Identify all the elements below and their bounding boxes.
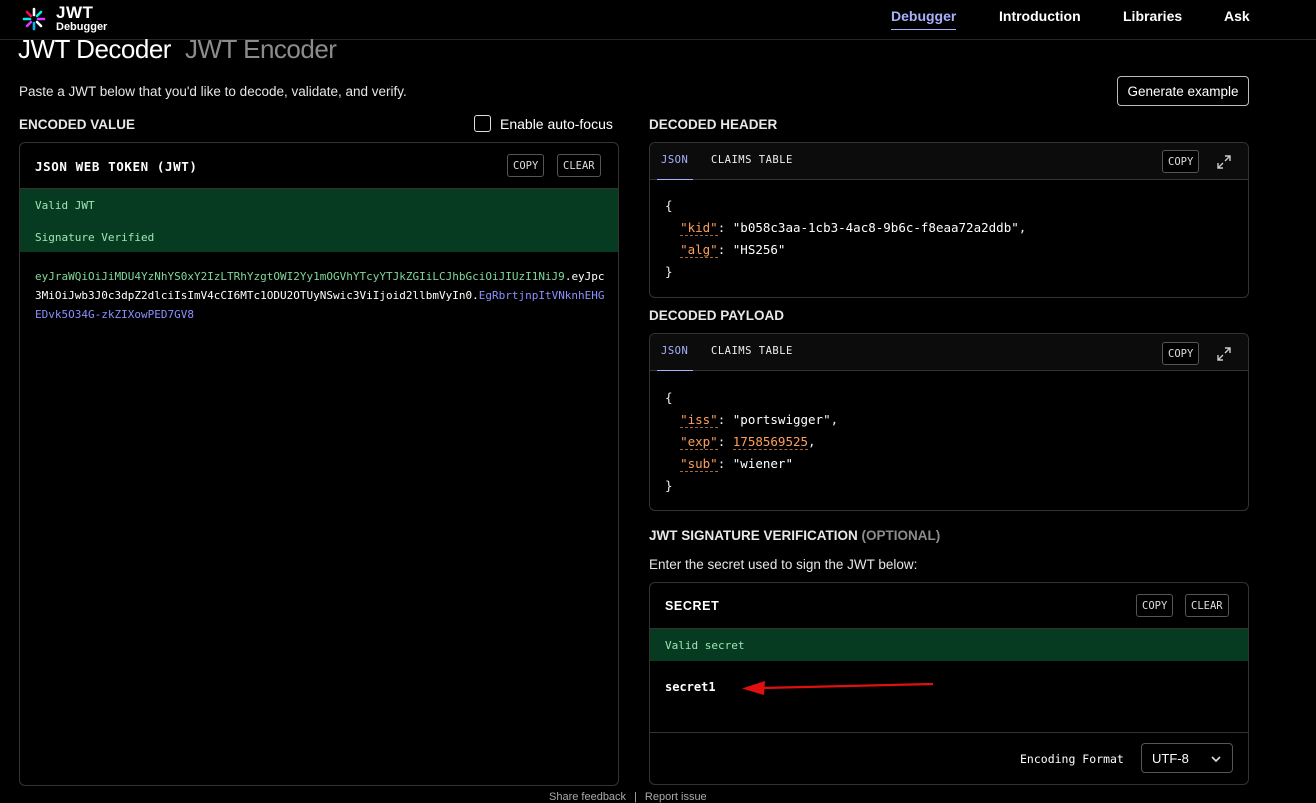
footer-separator: | <box>634 791 637 803</box>
auto-focus-toggle[interactable]: Enable auto-focus <box>474 115 613 132</box>
signature-label-text: JWT SIGNATURE VERIFICATION <box>649 528 858 543</box>
logo[interactable]: JWT Debugger <box>22 4 107 33</box>
copy-token-button[interactable]: COPY <box>507 154 545 177</box>
tab-payload-json[interactable]: JSON <box>656 345 694 371</box>
header-json-view: { "kid": "b058c3aa-1cb3-4ac8-9b6c-f8eaa7… <box>665 198 1027 279</box>
expand-icon[interactable] <box>1216 154 1232 170</box>
auto-focus-checkbox[interactable] <box>474 115 491 132</box>
nav-debugger[interactable]: Debugger <box>891 8 957 30</box>
decoded-payload-panel: JSON CLAIMS TABLE COPY { "iss": "portswi… <box>649 333 1249 511</box>
decoded-payload-tabs: JSON CLAIMS TABLE COPY <box>650 334 1248 371</box>
tab-header-claims-table[interactable]: CLAIMS TABLE <box>711 154 793 166</box>
decoded-header-panel: JSON CLAIMS TABLE COPY { "kid": "b058c3a… <box>649 142 1249 298</box>
json-value: "HS256" <box>732 242 786 257</box>
json-value: 1758569525 <box>732 434 809 450</box>
json-key: "alg" <box>680 242 718 258</box>
tab-header-json[interactable]: JSON <box>656 154 694 180</box>
signature-verified-status: Signature Verified <box>35 231 155 244</box>
encoding-format-label: Encoding Format <box>1020 752 1124 766</box>
json-value: "portswigger" <box>732 412 831 427</box>
decoded-payload-label: DECODED PAYLOAD <box>649 308 785 323</box>
share-feedback-link[interactable]: Share feedback <box>549 791 626 803</box>
expand-icon[interactable] <box>1216 346 1232 362</box>
token-header-part: eyJraWQiOiJiMDU4YzNhYS0xY2IzLTRhYzgtOWI2… <box>35 270 565 283</box>
json-key: "exp" <box>680 434 718 450</box>
copy-payload-button[interactable]: COPY <box>1162 342 1200 365</box>
clear-secret-button[interactable]: CLEAR <box>1185 594 1229 617</box>
json-key: "kid" <box>680 220 718 236</box>
tab-jwt-decoder[interactable]: JWT Decoder <box>18 34 171 65</box>
intro-text: Paste a JWT below that you'd like to dec… <box>19 84 407 99</box>
secret-status-bar: Valid secret <box>650 629 1248 661</box>
json-value: "wiener" <box>732 456 793 471</box>
nav-libraries[interactable]: Libraries <box>1123 8 1182 30</box>
secret-instruction: Enter the secret used to sign the JWT be… <box>649 557 918 572</box>
encoded-value-label: ENCODED VALUE <box>19 117 136 132</box>
clear-token-button[interactable]: CLEAR <box>557 154 601 177</box>
tab-jwt-encoder[interactable]: JWT Encoder <box>185 34 337 65</box>
optional-tag: (OPTIONAL) <box>861 528 941 543</box>
payload-json-view: { "iss": "portswigger", "exp": 175856952… <box>665 390 839 493</box>
footer-links: Share feedback | Report issue <box>549 791 707 803</box>
mode-tabs: JWT Decoder JWT Encoder <box>18 34 337 65</box>
secret-panel-header: SECRET COPY CLEAR <box>650 583 1248 629</box>
copy-header-button[interactable]: COPY <box>1162 150 1200 173</box>
decoded-header-label: DECODED HEADER <box>649 117 778 132</box>
secret-panel: SECRET COPY CLEAR Valid secret secret1 E… <box>649 582 1249 785</box>
copy-secret-button[interactable]: COPY <box>1136 594 1174 617</box>
auto-focus-label: Enable auto-focus <box>500 115 613 132</box>
json-key: "sub" <box>680 456 718 472</box>
jwt-logo-icon <box>22 7 46 30</box>
token-dot: . <box>472 289 479 302</box>
generate-example-button[interactable]: Generate example <box>1117 76 1249 106</box>
secret-valid-status: Valid secret <box>665 639 745 652</box>
logo-title: JWT <box>56 3 94 22</box>
encoded-panel-header: JSON WEB TOKEN (JWT) COPY CLEAR <box>20 143 618 189</box>
jwt-valid-status: Valid JWT <box>35 199 95 212</box>
decoded-header-tabs: JSON CLAIMS TABLE COPY <box>650 143 1248 180</box>
tab-payload-claims-table[interactable]: CLAIMS TABLE <box>711 345 793 357</box>
report-issue-link[interactable]: Report issue <box>645 791 707 803</box>
encoding-format-select[interactable]: UTF-8 <box>1141 743 1233 773</box>
chevron-down-icon <box>1211 756 1221 763</box>
encoding-format-value: UTF-8 <box>1152 751 1189 766</box>
json-value: "b058c3aa-1cb3-4ac8-9b6c-f8eaa72a2ddb" <box>732 220 1019 235</box>
jwt-status-bar: Valid JWT Signature Verified <box>20 189 618 252</box>
nav-ask[interactable]: Ask <box>1224 8 1250 30</box>
encoded-token-panel: JSON WEB TOKEN (JWT) COPY CLEAR Valid JW… <box>19 142 619 786</box>
jwt-token-input[interactable]: eyJraWQiOiJiMDU4YzNhYS0xY2IzLTRhYzgtOWI2… <box>35 267 605 324</box>
signature-verification-label: JWT SIGNATURE VERIFICATION (OPTIONAL) <box>649 528 940 543</box>
encoded-panel-title: JSON WEB TOKEN (JWT) <box>35 159 198 174</box>
secret-input[interactable]: secret1 <box>665 680 716 694</box>
encoding-row: Encoding Format UTF-8 <box>650 732 1248 784</box>
json-key: "iss" <box>680 412 718 428</box>
secret-panel-title: SECRET <box>665 599 720 613</box>
annotation-arrow-icon <box>742 681 934 695</box>
logo-subtitle: Debugger <box>56 21 108 33</box>
nav-introduction[interactable]: Introduction <box>999 8 1081 30</box>
